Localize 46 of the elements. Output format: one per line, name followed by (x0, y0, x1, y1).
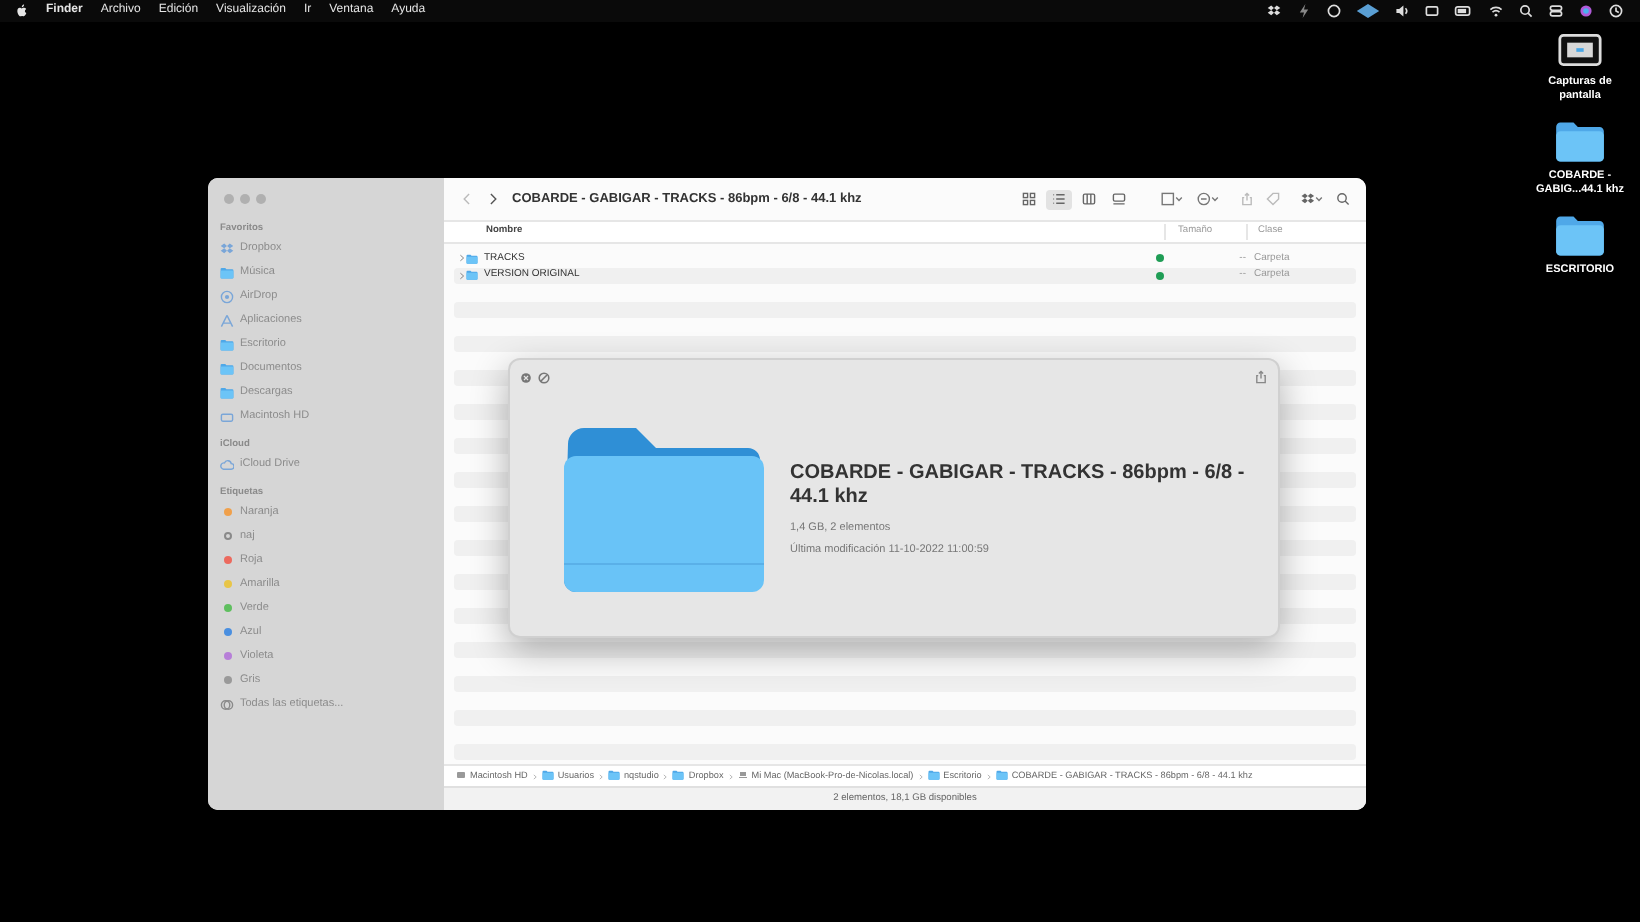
wifi-icon[interactable] (1488, 4, 1504, 18)
list-icon (1052, 192, 1066, 206)
folder-icon (1554, 120, 1606, 162)
keyboard-icon[interactable] (1424, 4, 1440, 18)
forward-icon[interactable] (486, 192, 500, 206)
fullscreen-icon[interactable] (538, 371, 550, 383)
diamond-icon[interactable] (1356, 4, 1380, 18)
folder-icon (608, 770, 620, 781)
siri-icon[interactable] (1578, 4, 1594, 18)
share-icon[interactable] (1254, 370, 1268, 384)
battery-icon[interactable] (1454, 4, 1474, 18)
laptop-icon (737, 770, 748, 781)
apple-logo-icon[interactable] (16, 4, 28, 18)
grid-icon (1022, 192, 1036, 206)
airdrop-icon (220, 289, 234, 303)
tags-icon (220, 697, 234, 711)
folder-icon (995, 770, 1008, 781)
folder-icon (466, 253, 478, 264)
file-title: COBARDE - GABIGAR - TRACKS - 86bpm - 6/8 - 44.1 khz (790, 461, 1246, 510)
screenshot-folder-icon[interactable] (1558, 32, 1602, 68)
folder-icon (541, 770, 554, 781)
apps-icon (220, 313, 234, 327)
more-icon[interactable] (1196, 192, 1220, 206)
folder-icon (672, 770, 685, 781)
group-icon[interactable] (1160, 192, 1184, 206)
clock-icon[interactable] (1608, 4, 1624, 18)
circle-icon[interactable] (1326, 4, 1342, 18)
bolt-icon[interactable] (1296, 4, 1312, 18)
close-icon[interactable] (520, 371, 532, 383)
cloud-icon (220, 457, 234, 471)
speaker-icon[interactable] (1394, 4, 1410, 18)
gallery-icon (1112, 192, 1126, 206)
folder-icon (560, 424, 764, 596)
dropbox-icon (220, 241, 234, 255)
dropbox-icon[interactable] (1266, 4, 1282, 18)
folder-icon (220, 337, 234, 351)
folder-icon (927, 770, 940, 781)
tag-ring-icon (223, 532, 231, 540)
view-button[interactable] (1046, 189, 1072, 209)
columns-icon (1082, 192, 1096, 206)
control-center-icon[interactable] (1548, 4, 1564, 18)
folder-icon (220, 265, 234, 279)
folder-icon (1554, 214, 1606, 256)
folder-icon (220, 385, 234, 399)
folder-icon (466, 270, 478, 281)
folder-icon (220, 361, 234, 375)
